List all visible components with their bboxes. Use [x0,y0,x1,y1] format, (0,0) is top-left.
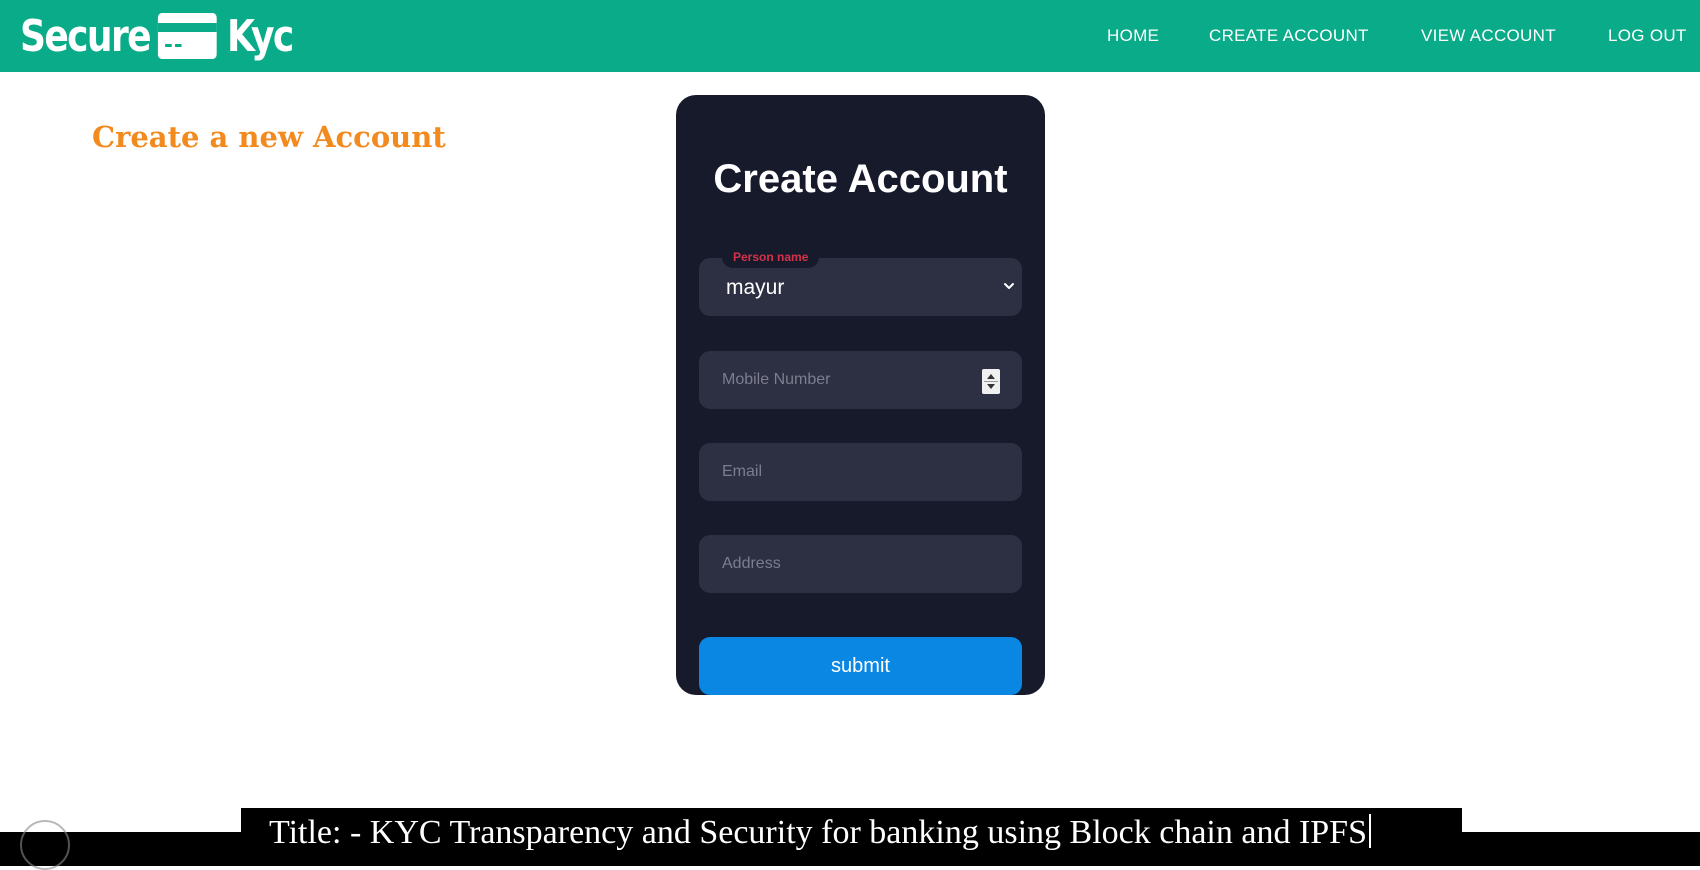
mobile-number-input[interactable] [699,351,1022,409]
brand-text-kyc: Kyc [227,10,294,62]
page-heading: Create a new Account [92,120,446,154]
text-cursor [1369,814,1371,848]
video-caption-bar: Title: - KYC Transparency and Security f… [241,808,1462,866]
person-name-select[interactable]: Person name mayur [699,246,1022,316]
nav-view-account-link[interactable]: VIEW ACCOUNT [1421,0,1556,72]
top-navigation-bar: Secure Kyc HOME CREATE ACCOUNT VIEW ACCO… [0,0,1700,72]
person-name-selected-value: mayur [726,276,785,299]
email-field[interactable] [699,443,1022,501]
brand-logo[interactable]: Secure Kyc [20,8,294,64]
credit-card-icon [158,13,218,59]
number-spinner-icon[interactable] [982,369,1000,394]
brand-text-secure: Secure [20,10,152,62]
nav-home-link[interactable]: HOME [1107,0,1159,72]
address-input[interactable] [699,535,1022,593]
nav-create-account-link[interactable]: CREATE ACCOUNT [1209,0,1369,72]
address-field[interactable] [699,535,1022,593]
submit-button[interactable]: submit [699,637,1022,695]
email-input[interactable] [699,443,1022,501]
watermark-logo-icon [20,820,70,870]
chevron-down-icon [1004,283,1014,289]
caption-text: Title: - KYC Transparency and Security f… [269,814,1367,851]
nav-log-out-link[interactable]: LOG OUT [1608,0,1687,72]
form-title: Create Account [713,157,1008,201]
create-account-form-card: Create Account Person name mayur submit [676,95,1045,695]
mobile-number-field[interactable] [699,351,1022,409]
